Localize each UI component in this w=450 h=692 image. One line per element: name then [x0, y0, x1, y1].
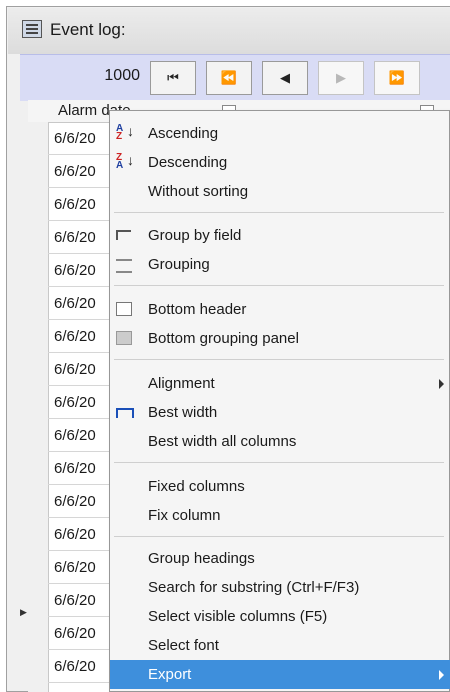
record-navigator: 1000 ⏮ ⏪ ◀ ▶ ⏩ — [20, 54, 450, 101]
cell-date: 6/6/20 — [54, 625, 96, 642]
sort-ascending-icon: A Z ↓ — [116, 123, 134, 142]
sort-descending-icon: Z A ↓ — [116, 152, 134, 171]
menu-item-best-width-all-columns[interactable]: Best width all columns — [110, 427, 450, 456]
prev-page-icon: ⏪ — [220, 70, 238, 85]
menu-item-fix-column[interactable]: Fix column — [110, 501, 450, 530]
menu-separator — [114, 462, 444, 463]
menu-item-bottom-header[interactable]: Bottom header — [110, 295, 450, 324]
current-row-indicator-icon: ▶ — [20, 607, 27, 617]
bottom-header-icon — [116, 301, 132, 317]
menu-item-descending[interactable]: Z A ↓ Descending — [110, 148, 450, 177]
next-page-button[interactable]: ⏩ — [374, 61, 420, 95]
row-indicator-column: ▶ — [20, 122, 49, 692]
column-context-menu: A Z ↓ Ascending Z A ↓ Descending Without sor… — [109, 110, 450, 692]
first-record-icon: ⏮ — [167, 70, 179, 85]
menu-separator — [114, 536, 444, 537]
menu-item-group-by-field[interactable]: Group by field — [110, 221, 450, 250]
cell-date: 6/6/20 — [54, 262, 96, 279]
menu-item-bottom-grouping-panel[interactable]: Bottom grouping panel — [110, 324, 450, 353]
grouping-icon — [116, 256, 132, 273]
menu-item-without-sorting[interactable]: Without sorting — [110, 177, 450, 206]
next-record-button[interactable]: ▶ — [318, 61, 364, 95]
prev-record-button[interactable]: ◀ — [262, 61, 308, 95]
menu-item-label: Select visible columns (F5) — [148, 608, 328, 625]
best-width-icon — [116, 404, 134, 420]
menu-separator — [114, 359, 444, 360]
menu-item-label: Alignment — [148, 375, 215, 392]
window-title: Event log: — [50, 20, 126, 39]
window-titlebar: Event log: — [8, 8, 450, 54]
menu-separator — [114, 212, 444, 213]
cell-date: 6/6/20 — [54, 493, 96, 510]
cell-date: 6/6/20 — [54, 460, 96, 477]
bottom-grouping-panel-icon — [116, 330, 132, 346]
cell-date: 6/6/20 — [54, 229, 96, 246]
menu-item-best-width[interactable]: Best width — [110, 398, 450, 427]
next-record-icon: ▶ — [336, 70, 346, 85]
cell-date: 6/6/20 — [54, 427, 96, 444]
menu-item-fixed-columns[interactable]: Fixed columns — [110, 472, 450, 501]
cell-date: 6/6/20 — [54, 328, 96, 345]
next-page-icon: ⏩ — [388, 70, 406, 85]
menu-item-label: Descending — [148, 154, 228, 171]
cell-date: 6/6/20 — [54, 163, 96, 180]
cell-date: 6/6/20 — [54, 130, 96, 147]
prev-page-button[interactable]: ⏪ — [206, 61, 252, 95]
menu-item-label: Grouping — [148, 256, 210, 273]
menu-item-label: Without sorting — [148, 183, 249, 200]
menu-item-grouping[interactable]: Grouping — [110, 250, 450, 279]
menu-item-select-font[interactable]: Select font — [110, 631, 450, 660]
menu-item-label: Group headings — [148, 550, 255, 567]
menu-item-label: Fix column — [148, 507, 221, 524]
cell-date: 6/6/20 — [54, 526, 96, 543]
menu-item-label: Bottom header — [148, 301, 247, 318]
menu-item-label: Select font — [148, 637, 219, 654]
record-count: 1000 — [104, 67, 140, 84]
submenu-arrow-icon — [439, 670, 444, 680]
cell-date: 6/6/20 — [54, 658, 96, 675]
menu-item-label: Search for substring (Ctrl+F/F3) — [148, 579, 360, 596]
prev-record-icon: ◀ — [280, 70, 290, 85]
menu-item-group-headings[interactable]: Group headings — [110, 544, 450, 573]
first-record-button[interactable]: ⏮ — [150, 61, 196, 95]
menu-item-label: Best width all columns — [148, 433, 297, 450]
cell-date: 6/6/20 — [54, 196, 96, 213]
event-log-icon — [22, 20, 42, 38]
menu-item-label: Ascending — [148, 125, 219, 142]
menu-item-alignment[interactable]: Alignment — [110, 369, 450, 398]
cell-date: 6/6/20 — [54, 394, 96, 411]
cell-date: 6/6/20 — [54, 559, 96, 576]
menu-item-select-visible-columns[interactable]: Select visible columns (F5) — [110, 602, 450, 631]
menu-item-label: Fixed columns — [148, 478, 245, 495]
cell-date: 6/6/20 — [54, 592, 96, 609]
menu-separator — [114, 285, 444, 286]
menu-item-search-substring[interactable]: Search for substring (Ctrl+F/F3) — [110, 573, 450, 602]
menu-item-label: Bottom grouping panel — [148, 330, 299, 347]
menu-item-ascending[interactable]: A Z ↓ Ascending — [110, 119, 450, 148]
cell-date: 6/6/20 — [54, 361, 96, 378]
cell-date: 6/6/20 — [54, 295, 96, 312]
menu-item-export[interactable]: Export — [110, 660, 450, 689]
group-by-field-icon — [116, 227, 132, 243]
menu-item-label: Best width — [148, 404, 218, 421]
menu-item-label: Export — [148, 666, 192, 683]
menu-item-label: Group by field — [148, 227, 242, 244]
submenu-arrow-icon — [439, 379, 444, 389]
